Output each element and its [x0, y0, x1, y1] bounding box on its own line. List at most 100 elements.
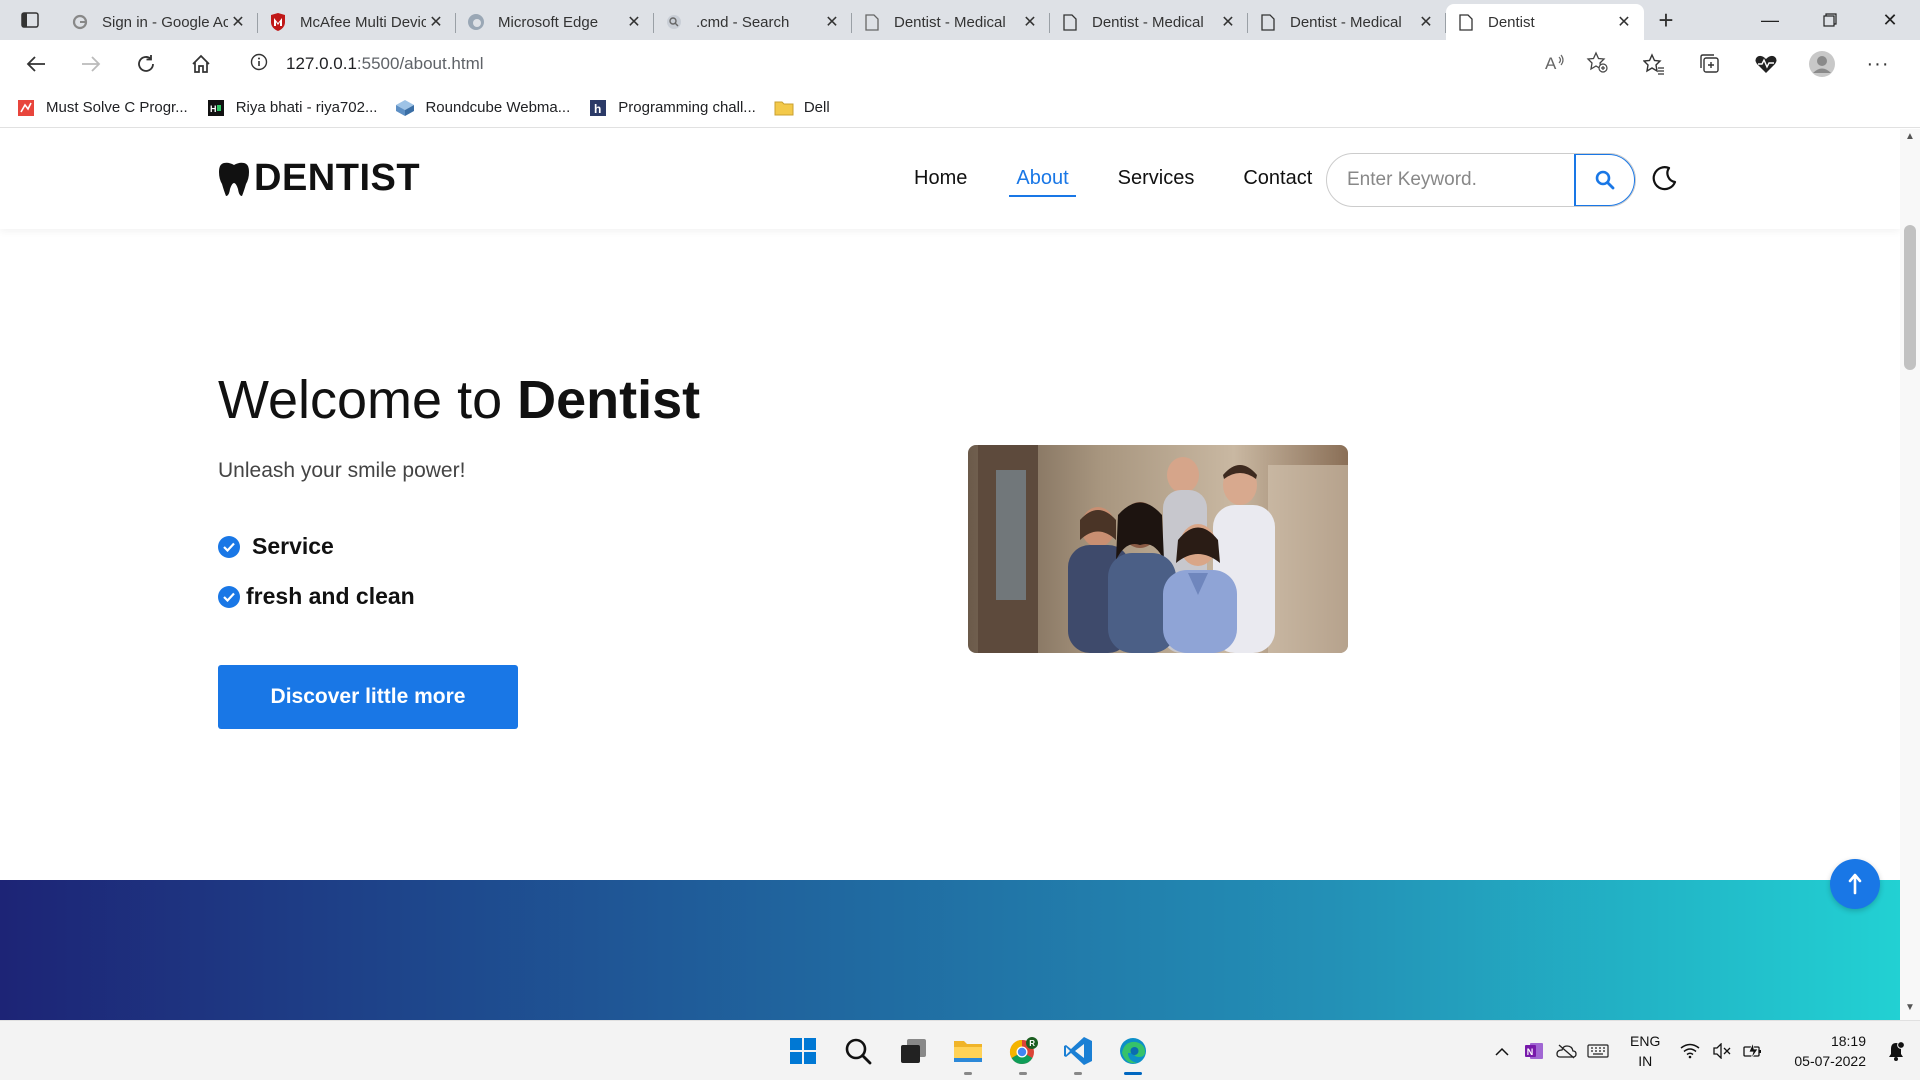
page-viewport: DENTIST Home About Services Contact Welc… [0, 129, 1900, 1020]
language-indicator[interactable]: ENG IN [1630, 1031, 1660, 1071]
bookmark-programming[interactable]: h Programming chall... [588, 98, 756, 118]
page-icon [862, 12, 882, 32]
edge-icon [1119, 1038, 1146, 1064]
bookmark-dell[interactable]: Dell [774, 98, 830, 118]
tab-dentist-active[interactable]: Dentist ✕ [1446, 4, 1644, 40]
tab-mcafee[interactable]: McAfee Multi Device Security ✕ [258, 6, 456, 38]
nav-home[interactable]: Home [907, 159, 974, 198]
close-icon[interactable]: ✕ [624, 12, 644, 32]
notification-icon[interactable] [1880, 1021, 1912, 1080]
svg-text:H: H [210, 104, 217, 114]
page-scrollbar[interactable]: ▲ ▼ [1900, 129, 1920, 1020]
close-icon[interactable]: ✕ [1218, 12, 1238, 32]
close-icon[interactable]: ✕ [228, 12, 248, 32]
site-info-icon[interactable] [250, 53, 268, 76]
nav-about[interactable]: About [1009, 159, 1076, 198]
wifi-icon[interactable] [1674, 1021, 1706, 1080]
keyboard-icon[interactable] [1582, 1021, 1614, 1080]
task-view-button[interactable] [885, 1021, 940, 1080]
profile-avatar-icon[interactable] [1794, 40, 1850, 88]
running-indicator [964, 1072, 972, 1075]
page-icon [1060, 12, 1080, 32]
site-header: DENTIST Home About Services Contact [0, 129, 1900, 229]
bookmark-label: Dell [803, 99, 830, 116]
edge-button[interactable] [1105, 1021, 1160, 1080]
tab-title: Dentist - Medical [1290, 13, 1402, 31]
vscode-button[interactable] [1050, 1021, 1105, 1080]
tab-microsoft-edge[interactable]: Microsoft Edge ✕ [456, 6, 654, 38]
address-bar[interactable]: 127.0.0.1:5500/about.html A [234, 45, 1620, 83]
tooth-icon [219, 162, 249, 196]
forward-icon[interactable] [63, 40, 118, 88]
toolbar-right: ··· [1626, 40, 1906, 88]
check-circle-icon [218, 585, 240, 608]
file-explorer-button[interactable] [940, 1021, 995, 1080]
new-tab-button[interactable]: + [1644, 0, 1688, 40]
bookmark-label: Must Solve C Progr... [46, 99, 188, 116]
search-icon [845, 1038, 871, 1065]
search-input[interactable] [1327, 154, 1577, 206]
tab-dentist-medical-3[interactable]: Dentist - Medical ✕ [1248, 6, 1446, 38]
roundcube-icon [395, 98, 415, 118]
hero-title: Welcome to Dentist [218, 369, 700, 431]
scrollbar-thumb[interactable] [1904, 225, 1916, 370]
dark-mode-toggle[interactable] [1650, 163, 1680, 193]
bookmark-red-icon [16, 98, 36, 118]
search-button[interactable] [1574, 154, 1635, 206]
feature-item: Service [218, 533, 334, 560]
back-icon[interactable] [8, 40, 63, 88]
minimize-icon[interactable]: — [1740, 0, 1800, 40]
close-icon[interactable]: ✕ [1020, 12, 1040, 32]
search-icon [664, 12, 684, 32]
onedrive-icon[interactable] [1550, 1021, 1582, 1080]
collections-icon[interactable] [1682, 40, 1738, 88]
read-aloud-icon[interactable]: A [1544, 52, 1566, 77]
tab-dentist-medical-1[interactable]: Dentist - Medical ✕ [852, 6, 1050, 38]
close-window-icon[interactable]: ✕ [1860, 0, 1920, 40]
scroll-down-icon[interactable]: ▼ [1900, 1002, 1920, 1018]
nav-contact[interactable]: Contact [1236, 159, 1319, 198]
running-indicator [1019, 1072, 1027, 1075]
scroll-to-top-button[interactable] [1830, 859, 1880, 909]
start-button[interactable] [775, 1021, 830, 1080]
site-logo[interactable]: DENTIST [218, 157, 420, 200]
close-icon[interactable]: ✕ [1614, 12, 1634, 32]
favorites-icon[interactable] [1626, 40, 1682, 88]
discover-more-button[interactable]: Discover little more [218, 665, 518, 729]
refresh-icon[interactable] [118, 40, 173, 88]
nav-services[interactable]: Services [1111, 159, 1202, 198]
chrome-button[interactable]: R [995, 1021, 1050, 1080]
volume-muted-icon[interactable] [1706, 1021, 1738, 1080]
close-icon[interactable]: ✕ [822, 12, 842, 32]
tab-title: McAfee Multi Device Security [300, 13, 426, 31]
bookmark-label: Roundcube Webma... [425, 99, 571, 116]
tab-cmd-search[interactable]: .cmd - Search ✕ [654, 6, 852, 38]
url-host: 127.0.0.1 [286, 54, 357, 73]
google-icon [70, 12, 90, 32]
svg-text:h: h [594, 102, 601, 116]
tab-dentist-medical-2[interactable]: Dentist - Medical ✕ [1050, 6, 1248, 38]
health-icon[interactable] [1738, 40, 1794, 88]
tab-actions-button[interactable] [0, 0, 60, 40]
tab-title: Microsoft Edge [498, 13, 599, 31]
url-text: 127.0.0.1:5500/about.html [286, 54, 484, 74]
bookmark-roundcube[interactable]: Roundcube Webma... [395, 98, 570, 118]
chrome-icon: R [1009, 1037, 1038, 1065]
tab-google-signin[interactable]: Sign in - Google Accounts ✕ [60, 6, 258, 38]
svg-text:A: A [1545, 54, 1557, 72]
clock[interactable]: 18:19 05-07-2022 [1794, 1031, 1866, 1071]
home-icon[interactable] [173, 40, 228, 88]
bookmark-must-solve[interactable]: Must Solve C Progr... [16, 98, 188, 118]
scroll-up-icon[interactable]: ▲ [1900, 131, 1920, 147]
battery-charging-icon[interactable] [1738, 1021, 1770, 1080]
add-favorite-icon[interactable] [1586, 50, 1608, 78]
taskbar-search-button[interactable] [830, 1021, 885, 1080]
more-menu-icon[interactable]: ··· [1850, 40, 1906, 88]
onenote-icon[interactable]: N [1518, 1021, 1550, 1080]
bookmark-riya[interactable]: H Riya bhati - riya702... [206, 98, 377, 118]
restore-icon[interactable] [1800, 0, 1860, 40]
close-icon[interactable]: ✕ [1416, 12, 1436, 32]
window-controls: — ✕ [1740, 0, 1920, 40]
chevron-up-icon[interactable] [1486, 1021, 1518, 1080]
close-icon[interactable]: ✕ [426, 12, 446, 32]
